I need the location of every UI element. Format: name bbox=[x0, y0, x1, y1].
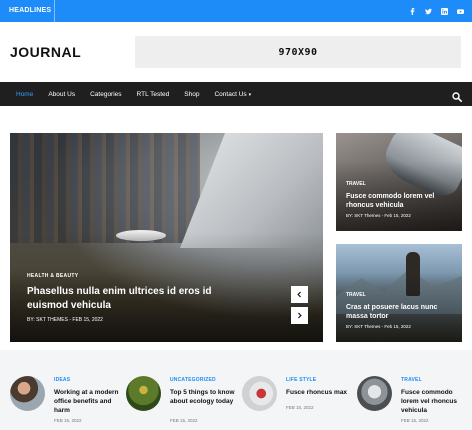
chevron-down-icon: ▾ bbox=[248, 91, 252, 98]
ad-size-label: 970X90 bbox=[278, 46, 318, 58]
mini-post-date: FEB 15, 2022 bbox=[54, 418, 82, 423]
headlines-label: HEADLINES bbox=[0, 0, 55, 22]
hero-image-laptop bbox=[180, 133, 323, 248]
side-post-title[interactable]: Fusce commodo lorem vel rhoncus vehicula bbox=[346, 192, 458, 210]
nav-item-home[interactable]: Home bbox=[16, 91, 33, 98]
mini-post-date: FEB 15, 2022 bbox=[401, 418, 429, 423]
nav-item-contact-us[interactable]: Contact Us ▾ bbox=[214, 91, 251, 98]
mini-post-thumbnail[interactable] bbox=[242, 376, 277, 411]
hero-image-bookshelf bbox=[10, 133, 200, 243]
side-post-meta: BY: SKT Themes - Feb 15, 2022 bbox=[346, 213, 411, 218]
hero-category[interactable]: HEALTH & BEAUTY bbox=[27, 273, 78, 279]
linkedin-icon[interactable] bbox=[441, 7, 448, 15]
mini-post-title[interactable]: Working at a modern office benefits and … bbox=[54, 388, 120, 415]
side-post-meta: BY: SKT Themes - Feb 15, 2022 bbox=[346, 324, 411, 329]
facebook-icon[interactable] bbox=[409, 7, 416, 15]
mini-post-title[interactable]: Top 5 things to know about ecology today bbox=[170, 388, 236, 406]
side-post-category[interactable]: TRAVEL bbox=[346, 181, 366, 187]
hero-slide[interactable]: HEALTH & BEAUTY Phasellus nulla enim ult… bbox=[10, 133, 323, 342]
slider-next-button[interactable] bbox=[291, 307, 308, 324]
social-links bbox=[409, 0, 464, 22]
mini-post-category[interactable]: IDEAS bbox=[54, 377, 70, 383]
hero-meta: BY: SKT THEMES - FEB 15, 2022 bbox=[27, 317, 103, 323]
nav-item-rtl-tested[interactable]: RTL Tested bbox=[137, 91, 170, 98]
mini-post-category[interactable]: LIFE STYLE bbox=[286, 377, 316, 383]
main-nav: Home About Us Categories RTL Tested Shop… bbox=[0, 82, 472, 106]
side-post-card[interactable]: TRAVEL Fusce commodo lorem vel rhoncus v… bbox=[336, 133, 462, 231]
nav-item-shop[interactable]: Shop bbox=[184, 91, 199, 98]
chevron-left-icon bbox=[297, 291, 301, 298]
mini-post-title[interactable]: Fusce rhoncus max bbox=[286, 388, 352, 397]
slider-prev-button[interactable] bbox=[291, 286, 308, 303]
hero-title[interactable]: Phasellus nulla enim ultrices id eros id… bbox=[27, 285, 227, 313]
mini-post[interactable]: TRAVEL Fusce commodo lorem vel rhoncus v… bbox=[357, 376, 465, 426]
mini-post-title[interactable]: Fusce commodo lorem vel rhoncus vehicula bbox=[401, 388, 467, 415]
top-bar: HEADLINES bbox=[0, 0, 472, 22]
mini-post-thumbnail[interactable] bbox=[357, 376, 392, 411]
side-post-category[interactable]: TRAVEL bbox=[346, 292, 366, 298]
nav-item-contact-us-label: Contact Us bbox=[214, 90, 247, 98]
youtube-icon[interactable] bbox=[457, 7, 464, 15]
mini-post[interactable]: UNCATEGORIZED Top 5 things to know about… bbox=[126, 376, 236, 426]
mini-post[interactable]: LIFE STYLE Fusce rhoncus max FEB 15, 202… bbox=[242, 376, 350, 426]
site-logo[interactable]: JOURNAL bbox=[10, 44, 81, 60]
mini-post-category[interactable]: UNCATEGORIZED bbox=[170, 377, 216, 383]
ad-banner[interactable]: 970X90 bbox=[135, 36, 461, 68]
nav-item-about-us[interactable]: About Us bbox=[48, 91, 75, 98]
mini-post-thumbnail[interactable] bbox=[126, 376, 161, 411]
side-post-title[interactable]: Cras at posuere lacus nunc massa tortor bbox=[346, 303, 458, 321]
nav-item-categories[interactable]: Categories bbox=[90, 91, 121, 98]
search-icon[interactable] bbox=[452, 89, 462, 102]
mini-post[interactable]: IDEAS Working at a modern office benefit… bbox=[10, 376, 120, 426]
mini-post-date: FEB 15, 2022 bbox=[170, 418, 198, 423]
side-post-card[interactable]: TRAVEL Cras at posuere lacus nunc massa … bbox=[336, 244, 462, 342]
mini-post-category[interactable]: TRAVEL bbox=[401, 377, 422, 383]
mini-post-date: FEB 15, 2022 bbox=[286, 405, 314, 410]
chevron-right-icon bbox=[298, 312, 302, 319]
twitter-icon[interactable] bbox=[425, 7, 432, 15]
mini-post-thumbnail[interactable] bbox=[10, 376, 45, 411]
